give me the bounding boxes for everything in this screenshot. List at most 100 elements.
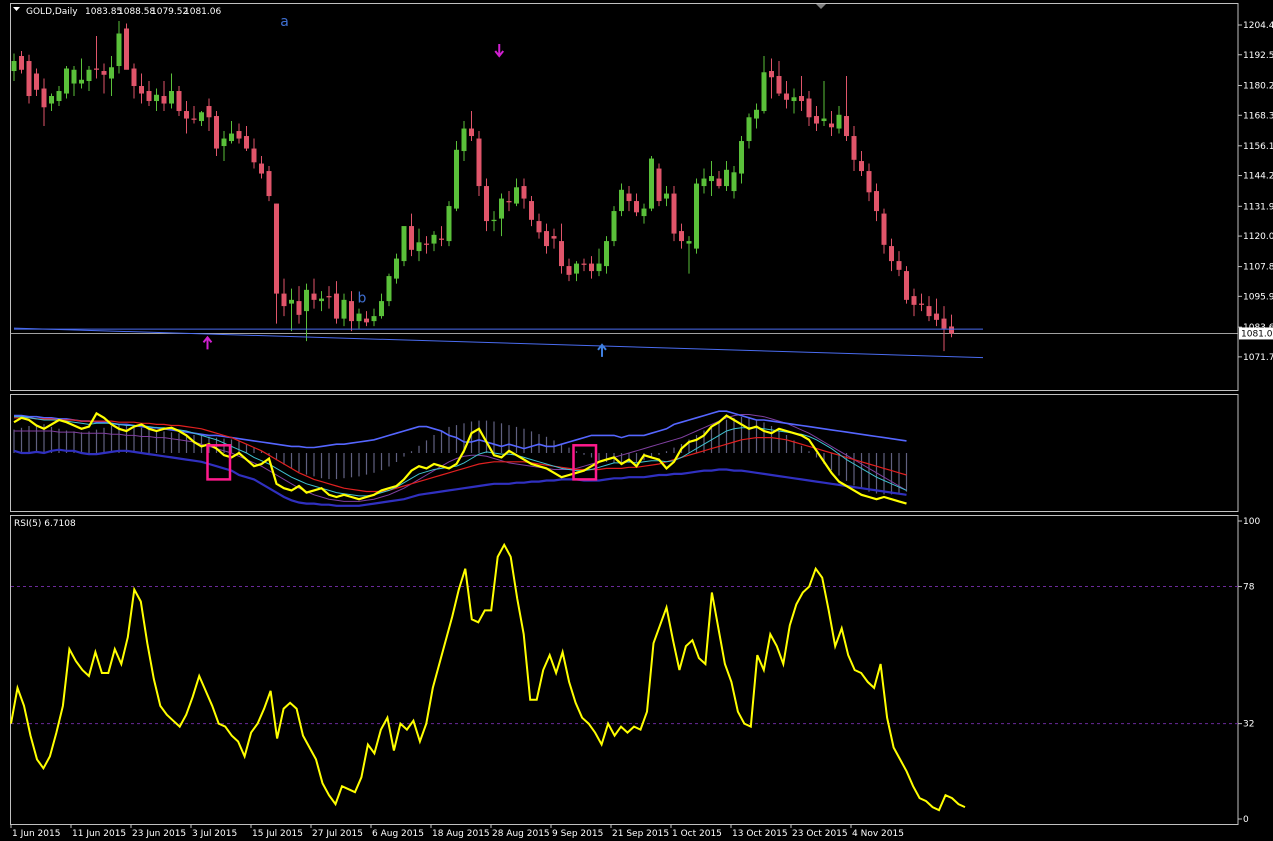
candle-body	[199, 112, 204, 122]
candle-body	[304, 289, 309, 312]
candle-body	[544, 231, 549, 247]
candle-body	[656, 168, 662, 202]
candle-body	[49, 96, 54, 104]
time-tick-label: 4 Nov 2015	[852, 829, 904, 839]
candle-body	[701, 178, 707, 187]
candle-body	[649, 158, 654, 209]
time-tick-label: 15 Jul 2015	[252, 829, 303, 839]
candle-body	[851, 136, 857, 160]
candle-body	[64, 68, 69, 94]
candle-body	[11, 61, 17, 72]
candle-body	[431, 234, 437, 244]
candle-body	[461, 128, 467, 152]
candle-body	[454, 149, 459, 209]
candle-body	[311, 293, 317, 300]
price-tick-label: 1168.3	[1243, 111, 1273, 121]
candle-body	[341, 299, 347, 319]
time-tick-label: 1 Oct 2015	[672, 829, 722, 839]
candle-body	[274, 203, 279, 294]
candle-body	[394, 258, 399, 279]
candle-body	[791, 97, 797, 102]
wave-label-a: a	[280, 14, 289, 30]
wave-label-b: b	[358, 290, 367, 306]
candle-body	[371, 316, 377, 322]
candle-body	[709, 176, 714, 182]
candle-body	[176, 91, 182, 112]
candle-body	[326, 296, 332, 298]
candle-body	[41, 88, 47, 108]
candle-body	[476, 138, 482, 187]
candle-body	[829, 123, 834, 128]
candle-body	[289, 299, 294, 304]
panel-frames	[10, 3, 1239, 825]
time-tick-label: 28 Aug 2015	[492, 829, 550, 839]
candle-body	[484, 186, 489, 222]
price-tick-label: 1144.2	[1243, 172, 1273, 182]
candlestick-series	[11, 20, 954, 352]
candle-body	[79, 79, 84, 84]
time-tick-label: 9 Sep 2015	[552, 829, 603, 839]
candle-body	[94, 68, 99, 70]
candle-body	[814, 116, 819, 124]
price-tick-label: 1204.4	[1243, 21, 1273, 31]
candle-body	[349, 301, 354, 322]
candle-body	[874, 191, 879, 212]
candle-body	[154, 94, 159, 102]
candle-body	[799, 96, 804, 102]
candle-body	[266, 171, 272, 197]
candle-body	[521, 186, 527, 199]
price-tick-label: 1131.9	[1243, 202, 1273, 212]
time-tick-label: 1 Jun 2015	[12, 829, 60, 839]
time-tick-label: 21 Sep 2015	[612, 829, 669, 839]
candle-body	[619, 189, 624, 212]
candle-body	[251, 148, 257, 163]
candle-body	[281, 293, 287, 307]
candle-body	[881, 213, 887, 245]
candle-body	[536, 221, 542, 233]
panel-frame-3	[10, 515, 1239, 825]
panel-frame-1	[10, 3, 1239, 391]
arrow-up-icon	[597, 343, 607, 357]
candle-body	[664, 193, 669, 199]
price-tick-label: 1120.0	[1243, 232, 1273, 242]
symbol-title: GOLD,Daily	[26, 7, 78, 17]
arrow-up-icon	[202, 335, 213, 350]
candle-body	[236, 131, 242, 139]
candle-body	[596, 263, 602, 272]
candle-body	[446, 206, 452, 242]
ohlc-close: 1081.06	[184, 7, 221, 17]
candle-body	[934, 313, 939, 320]
candle-body	[746, 117, 752, 142]
oscillator-panel	[13, 410, 908, 507]
dropdown-triangle-icon	[13, 7, 20, 11]
ohlc-low: 1079.52	[151, 7, 188, 17]
candle-body	[866, 171, 872, 193]
candle-body	[19, 56, 24, 70]
candle-body	[514, 187, 519, 204]
candle-body	[26, 61, 32, 97]
candle-body	[424, 243, 429, 245]
candle-body	[724, 169, 729, 187]
candle-body	[101, 71, 107, 75]
candle-body	[409, 226, 414, 250]
candle-body	[926, 306, 932, 317]
price-axis: 1204.4 1192.5 1180.2 1168.3 1156.1 1144.2 1131…	[10, 21, 1273, 363]
rsi-tick-label: 32	[1243, 720, 1254, 730]
candle-body	[506, 201, 512, 203]
time-tick-label: 27 Jul 2015	[312, 829, 363, 839]
last-price-label: 1081.06	[1241, 329, 1273, 339]
candle-body	[611, 211, 617, 242]
osc-line-fast	[13, 411, 907, 505]
rsi-tick-label: 100	[1243, 517, 1260, 527]
shift-marker-icon	[816, 4, 826, 9]
candle-body	[694, 183, 699, 249]
chart-canvas: 1204.4 1192.5 1180.2 1168.3 1156.1 1144.2 1131…	[10, 3, 1273, 839]
candle-body	[589, 263, 594, 272]
panel-frame-2	[10, 394, 1239, 512]
candle-body	[634, 201, 639, 213]
candle-body	[146, 91, 152, 102]
candle-body	[379, 301, 384, 317]
candle-body	[919, 303, 924, 305]
time-tick-label: 6 Aug 2015	[372, 829, 424, 839]
price-overlays: ab	[13, 14, 984, 359]
